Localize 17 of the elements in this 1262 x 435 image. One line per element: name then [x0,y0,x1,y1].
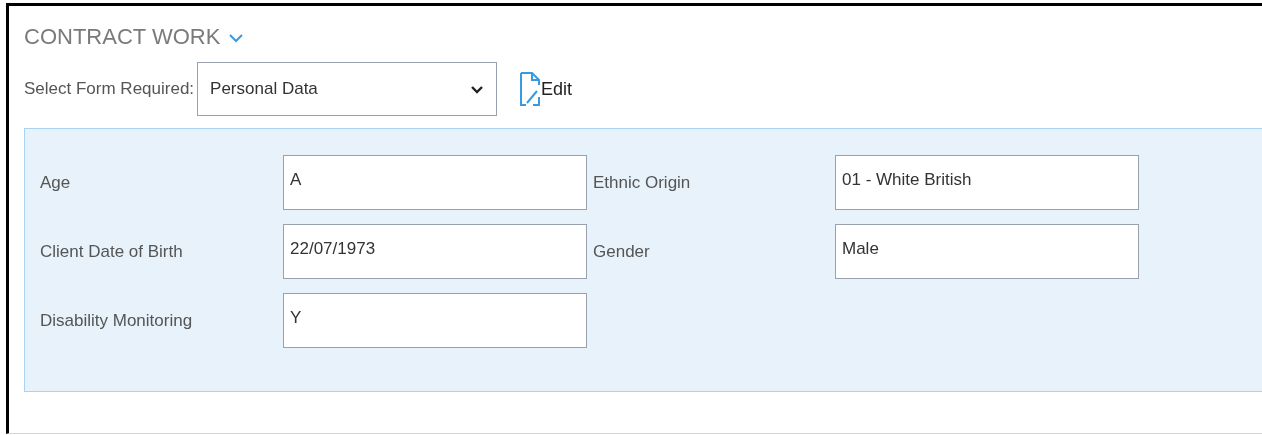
field-label: Age [40,171,72,194]
input-field[interactable]: Y [283,293,587,348]
field-label: Disability Monitoring [40,309,194,332]
form-select-label: Select Form Required: [24,78,195,101]
dropdown-caret-icon [470,84,485,94]
edit-document-icon [519,69,542,109]
input-field[interactable]: A [283,155,587,210]
field-label: Ethnic Origin [593,171,692,194]
field-label: Client Date of Birth [40,240,184,263]
chevron-icon[interactable] [228,33,245,43]
input-field[interactable]: Male [835,224,1139,279]
form-select[interactable]: Personal Data [197,62,498,116]
section-title: CONTRACT WORK [24,22,221,51]
input-field[interactable]: 01 - White British [835,155,1139,210]
edit-button[interactable]: Edit [519,69,573,109]
field-label: Gender [593,240,651,263]
input-field[interactable]: 22/07/1973 [283,224,587,279]
